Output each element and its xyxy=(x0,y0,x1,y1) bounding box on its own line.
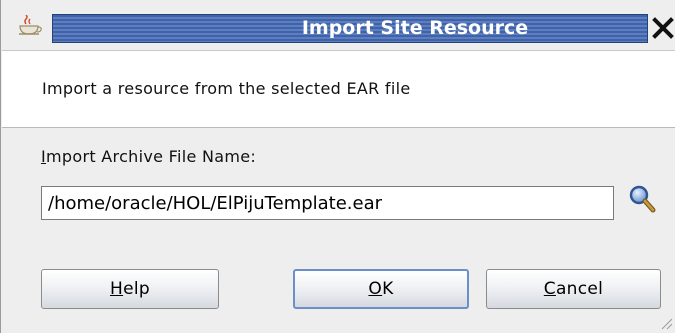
header-description: Import a resource from the selected EAR … xyxy=(42,79,411,98)
ok-button[interactable]: OK xyxy=(293,269,469,309)
title-bar[interactable]: Import Site Resource xyxy=(1,0,675,50)
magnifier-icon[interactable] xyxy=(627,183,657,215)
cancel-button[interactable]: Cancel xyxy=(486,269,661,309)
java-coffee-cup-icon xyxy=(19,15,42,35)
resize-grip-icon[interactable] xyxy=(657,314,673,330)
import-site-resource-dialog: Import Site Resource Import a resource f… xyxy=(0,0,675,333)
help-button[interactable]: Help xyxy=(41,269,219,309)
title-band: Import Site Resource xyxy=(52,14,648,43)
close-icon[interactable] xyxy=(651,12,675,42)
window-title: Import Site Resource xyxy=(301,17,529,39)
dialog-header: Import a resource from the selected EAR … xyxy=(2,50,675,128)
archive-file-path-input[interactable] xyxy=(41,186,614,220)
archive-file-name-label: Import Archive File Name: xyxy=(41,147,257,166)
